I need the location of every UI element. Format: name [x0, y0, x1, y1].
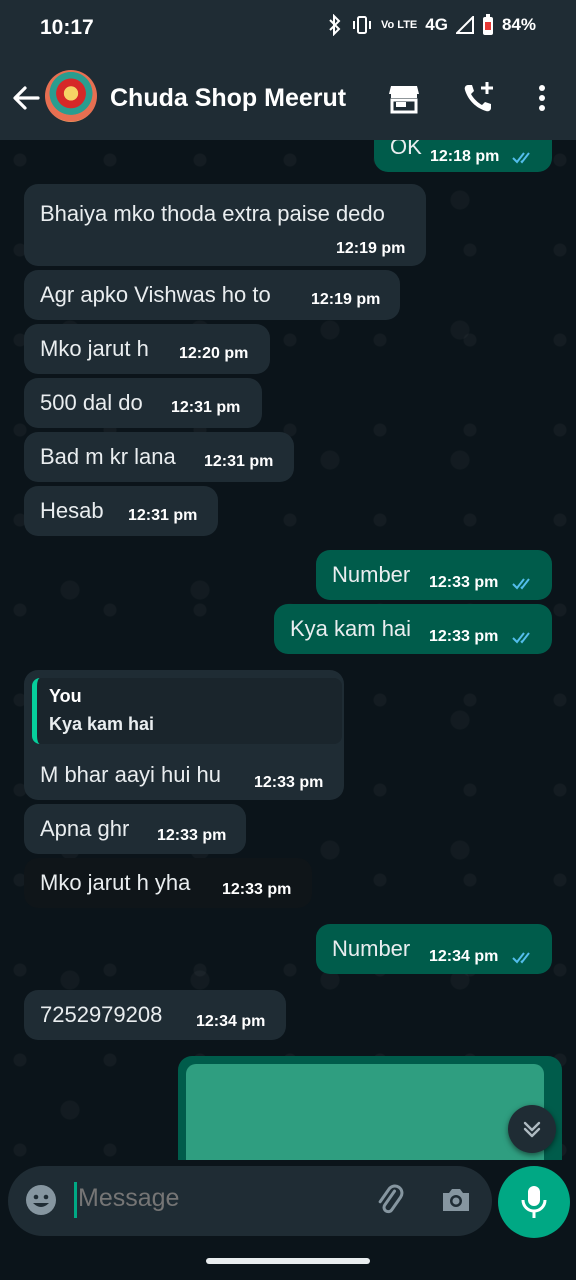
microphone-icon — [521, 1186, 547, 1218]
message-text: M bhar aayi hui hu — [40, 762, 221, 787]
avatar[interactable] — [45, 70, 97, 122]
message-incoming[interactable]: Bad m kr lana 12:31 pm — [24, 432, 294, 482]
message-text: OK — [390, 140, 422, 159]
read-receipt-icon — [512, 952, 530, 964]
read-receipt-icon — [512, 632, 530, 644]
message-incoming[interactable]: Bhaiya mko thoda extra paise dedo 12:19 … — [24, 184, 426, 266]
shop-icon[interactable] — [386, 80, 422, 116]
message-text: Kya kam hai — [290, 616, 412, 641]
message-outgoing-media[interactable] — [178, 1056, 562, 1160]
emoji-icon[interactable] — [24, 1183, 58, 1217]
message-time: 12:34 pm — [196, 1013, 266, 1030]
chat-title[interactable]: Chuda Shop Meerut — [110, 84, 346, 113]
quote-text: Kya kam hai — [49, 714, 155, 734]
attachment-icon[interactable] — [372, 1182, 408, 1218]
volte-label: Vo LTE — [381, 18, 418, 31]
message-text: Mko jarut h yha — [40, 870, 191, 895]
message-time: 12:19 pm — [336, 240, 406, 257]
status-time: 10:17 — [40, 16, 94, 39]
message-outgoing[interactable]: Number 12:33 pm — [316, 550, 552, 600]
message-time: 12:33 pm — [429, 628, 499, 645]
back-arrow-icon[interactable] — [8, 80, 44, 116]
message-time: 12:33 pm — [222, 881, 292, 898]
message-outgoing[interactable]: Number 12:34 pm — [316, 924, 552, 974]
message-time: 12:34 pm — [429, 948, 499, 965]
message-text: 7252979208 — [40, 1002, 163, 1027]
message-time: 12:31 pm — [171, 399, 241, 416]
chat-header: Chuda Shop Meerut — [0, 58, 576, 140]
message-time: 12:31 pm — [204, 453, 274, 470]
camera-icon[interactable] — [438, 1182, 474, 1218]
scroll-to-bottom-button[interactable] — [508, 1105, 556, 1153]
voice-message-button[interactable] — [498, 1166, 570, 1238]
read-receipt-icon — [512, 152, 530, 164]
message-incoming[interactable]: Apna ghr 12:33 pm — [24, 804, 246, 854]
message-incoming[interactable]: 7252979208 12:34 pm — [24, 990, 286, 1040]
message-text: Bhaiya mko thoda extra paise dedo — [40, 201, 385, 226]
message-text: Bad m kr lana — [40, 444, 176, 469]
message-text: Agr apko Vishwas ho to — [40, 282, 271, 307]
message-text: Number — [332, 936, 411, 961]
message-time: 12:19 pm — [311, 291, 381, 308]
network-label: 4G — [425, 15, 448, 34]
message-incoming[interactable]: Agr apko Vishwas ho to 12:19 pm — [24, 270, 400, 320]
message-incoming[interactable]: Hesab 12:31 pm — [24, 486, 218, 536]
chat-area[interactable]: OK 12:18 pm Bhaiya mko thoda extra paise… — [0, 140, 576, 1160]
message-incoming-reply[interactable]: You Kya kam hai M bhar aayi hui hu 12:33… — [24, 670, 344, 800]
status-bar: 10:17 Vo LTE 4G 84% — [0, 0, 576, 58]
message-time: 12:33 pm — [157, 827, 227, 844]
text-cursor — [74, 1182, 77, 1218]
message-text: 500 dal do — [40, 390, 143, 415]
battery-label: 84% — [501, 15, 536, 34]
message-text: Apna ghr — [40, 816, 130, 841]
read-receipt-icon — [512, 578, 530, 590]
message-time: 12:33 pm — [429, 574, 499, 591]
battery-icon — [482, 14, 493, 35]
message-time: 12:20 pm — [179, 345, 249, 362]
quote-author: You — [49, 686, 82, 706]
message-incoming[interactable]: Mko jarut h yha 12:33 pm — [24, 858, 312, 908]
message-incoming[interactable]: 500 dal do 12:31 pm — [24, 378, 262, 428]
add-call-icon[interactable] — [460, 80, 496, 116]
message-input[interactable] — [78, 1184, 338, 1213]
message-outgoing[interactable]: OK 12:18 pm — [374, 140, 552, 172]
message-text: Number — [332, 562, 411, 587]
message-time: 12:31 pm — [128, 507, 198, 524]
status-icons: Vo LTE 4G 84% — [327, 14, 536, 36]
double-chevron-down-icon — [523, 1121, 541, 1138]
message-time: 12:18 pm — [430, 148, 500, 165]
message-text: Mko jarut h — [40, 336, 149, 361]
quoted-message[interactable]: You Kya kam hai — [32, 678, 342, 744]
message-composer — [8, 1166, 492, 1236]
signal-icon — [455, 16, 474, 34]
bluetooth-icon — [329, 14, 341, 36]
vibrate-icon — [353, 16, 372, 34]
message-text: Hesab — [40, 498, 104, 523]
more-options-icon[interactable] — [524, 80, 560, 116]
home-indicator[interactable] — [206, 1258, 370, 1264]
message-incoming[interactable]: Mko jarut h 12:20 pm — [24, 324, 270, 374]
message-time: 12:33 pm — [254, 774, 324, 791]
message-outgoing[interactable]: Kya kam hai 12:33 pm — [274, 604, 552, 654]
media-thumbnail[interactable] — [186, 1064, 544, 1160]
